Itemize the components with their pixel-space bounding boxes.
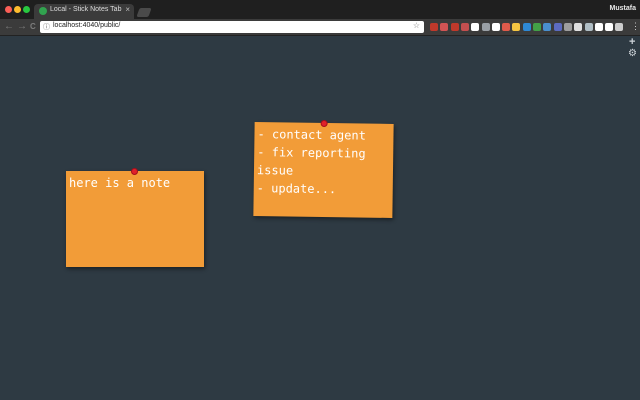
pin-icon[interactable]	[131, 168, 138, 175]
close-window-button[interactable]	[5, 6, 12, 13]
extension-icon[interactable]	[502, 23, 511, 31]
back-button[interactable]: ←	[4, 20, 14, 34]
extension-icon[interactable]	[574, 23, 583, 31]
url-text[interactable]: localhost:4040/public/	[53, 22, 120, 29]
browser-menu-icon[interactable]: ⋮	[631, 21, 640, 31]
extension-icon[interactable]	[615, 23, 624, 31]
extension-icon[interactable]	[512, 23, 521, 31]
sticky-note[interactable]: here is a note	[66, 168, 204, 267]
sticky-note[interactable]: - contact agent - fix reporting issue - …	[253, 119, 394, 218]
profile-name[interactable]: Mustafa	[610, 5, 636, 12]
extension-icon[interactable]	[605, 23, 614, 31]
extension-icon[interactable]	[440, 23, 449, 31]
maximize-window-button[interactable]	[23, 6, 30, 13]
browser-tab[interactable]: Local - Stick Notes Tab ×	[34, 4, 134, 19]
tab-title: Local - Stick Notes Tab	[50, 6, 122, 13]
extension-icon[interactable]	[460, 23, 469, 31]
extension-icon[interactable]	[491, 23, 500, 31]
extension-icon[interactable]	[450, 23, 459, 31]
extension-icon[interactable]	[522, 23, 531, 31]
note-text[interactable]: - contact agent - fix reporting issue - …	[254, 122, 394, 202]
extension-icon[interactable]	[563, 23, 572, 31]
extension-icon[interactable]	[584, 23, 593, 31]
extension-icon[interactable]	[594, 23, 603, 31]
pin-icon[interactable]	[320, 119, 328, 128]
settings-gear-icon[interactable]: ⚙	[628, 49, 637, 59]
reload-button[interactable]: C	[30, 20, 36, 34]
extension-icon[interactable]	[430, 23, 438, 31]
extension-icon[interactable]	[553, 23, 562, 31]
extension-icon[interactable]	[471, 23, 480, 31]
favicon-icon	[39, 7, 47, 15]
new-tab-button[interactable]	[136, 8, 152, 17]
browser-titlebar: Local - Stick Notes Tab × Mustafa	[0, 0, 640, 19]
add-note-icon[interactable]: +	[629, 37, 635, 48]
extension-icon[interactable]	[533, 23, 541, 31]
close-icon[interactable]: ×	[125, 5, 130, 14]
browser-toolbar: ← → C ⓘ localhost:4040/public/ ☆	[0, 19, 640, 36]
address-bar[interactable]: ⓘ localhost:4040/public/ ☆	[40, 21, 424, 33]
info-icon[interactable]: ⓘ	[43, 22, 50, 32]
forward-button[interactable]: →	[17, 20, 27, 34]
bookmark-star-icon[interactable]: ☆	[413, 21, 420, 30]
extension-icon[interactable]	[481, 23, 490, 31]
minimize-window-button[interactable]	[14, 6, 21, 13]
extension-icon[interactable]	[543, 23, 552, 31]
